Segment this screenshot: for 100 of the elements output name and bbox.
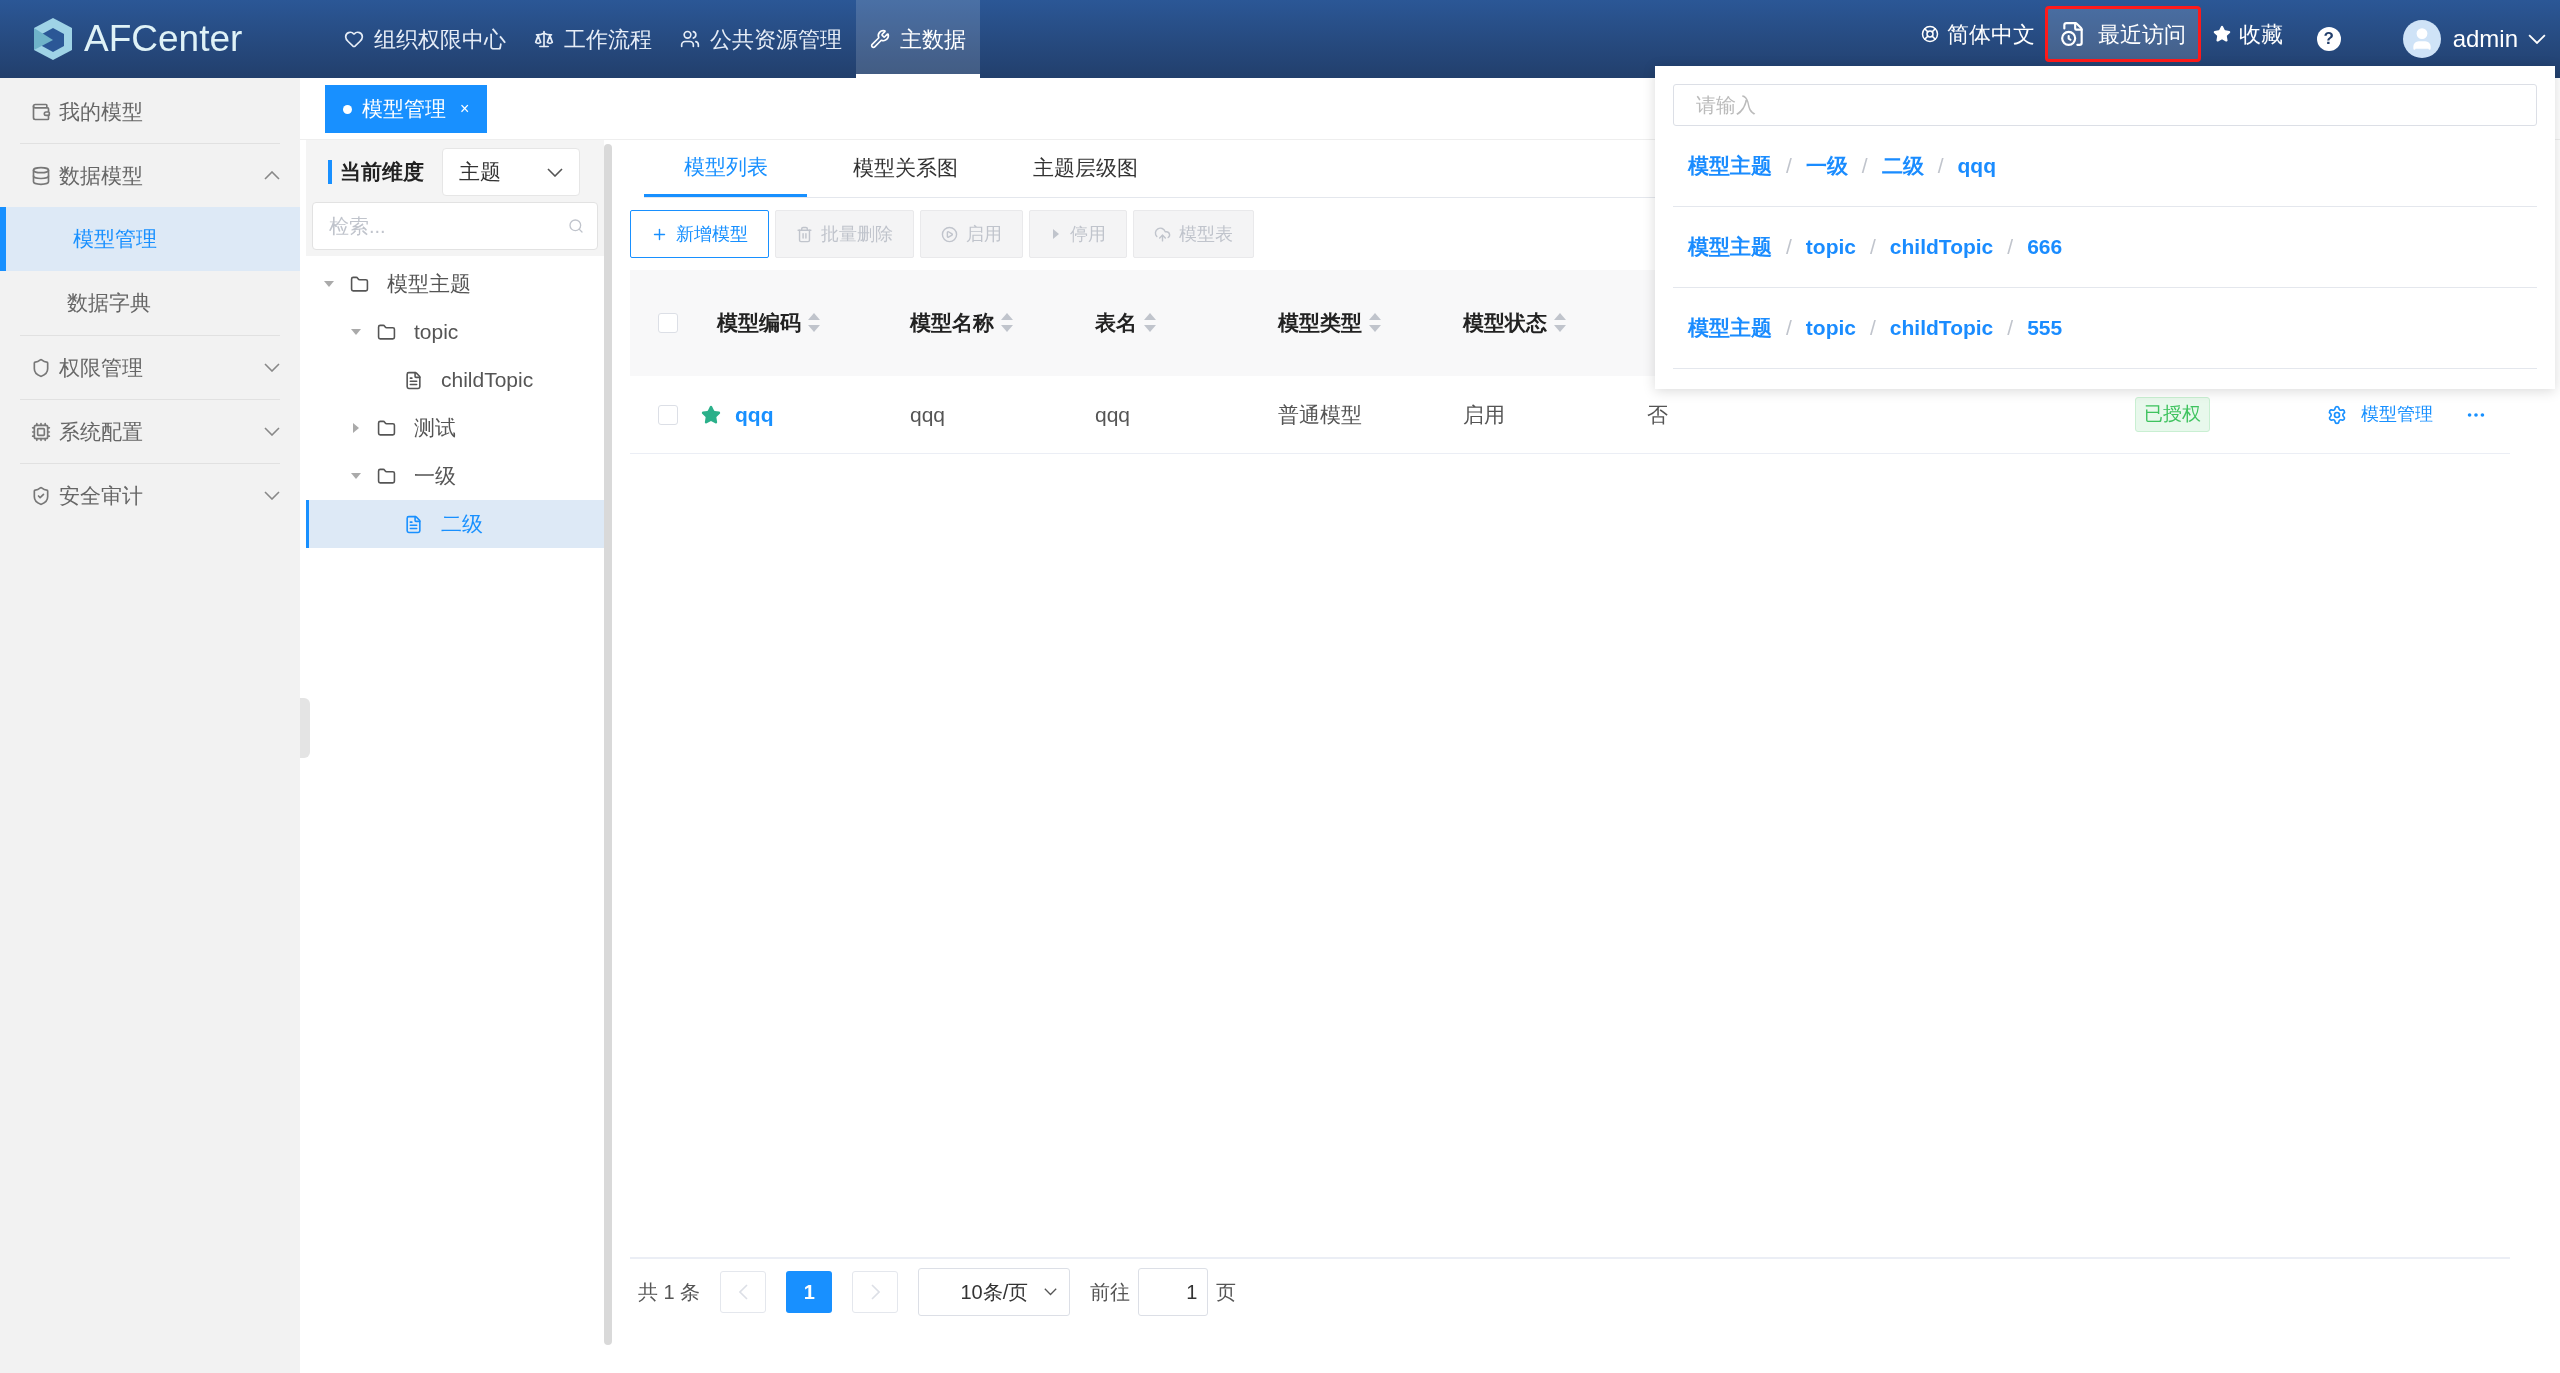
sidebar-item[interactable]: 我的模型 (0, 80, 300, 143)
sidebar-icon (31, 485, 51, 506)
nav-item[interactable]: 主数据 (856, 0, 980, 78)
sidebar-icon (31, 421, 51, 442)
cloud-icon (1154, 225, 1171, 243)
sidebar-item[interactable]: 权限管理 (0, 336, 300, 399)
breadcrumb-separator: / (1937, 153, 1944, 180)
breadcrumb-link[interactable]: 二级 (1881, 150, 1924, 182)
content-tab[interactable]: 模型列表 (644, 139, 807, 197)
folder-icon (349, 274, 369, 294)
sidebar-icon (31, 101, 51, 122)
breadcrumb-link[interactable]: 模型主题 (1688, 150, 1772, 182)
content-tab[interactable]: 模型关系图 (824, 139, 987, 197)
breadcrumb-link[interactable]: 模型主题 (1688, 312, 1772, 344)
breadcrumb-link[interactable]: childTopic (1889, 312, 1994, 344)
checkbox[interactable] (657, 313, 678, 333)
sidebar-item[interactable]: 安全审计 (0, 464, 300, 527)
total-count: 共 1 条 (638, 1280, 701, 1305)
favorites-button[interactable]: 收藏 (2200, 6, 2295, 62)
breadcrumb-separator: / (1786, 234, 1792, 261)
tree-node[interactable]: 一级 (306, 452, 604, 500)
logo-text: AFCenter (84, 17, 243, 62)
help-icon[interactable]: ? (2316, 27, 2341, 51)
recent-visits-button[interactable]: 最近访问 (2044, 6, 2201, 62)
breadcrumb-link[interactable]: qqq (1957, 150, 1996, 182)
breadcrumb-separator: / (2007, 315, 2014, 342)
status-tag: 已授权 (2135, 397, 2210, 432)
file-icon (403, 514, 423, 534)
user-menu[interactable]: admin (2452, 21, 2546, 57)
sidebar-item[interactable]: 系统配置 (0, 400, 300, 463)
sidebar-icon (31, 357, 51, 378)
sort-icon[interactable] (807, 312, 821, 334)
breadcrumb-separator: / (1861, 153, 1868, 180)
column-header: 模型名称 (910, 310, 994, 337)
chevron-down-icon (1044, 1288, 1058, 1296)
page-suffix: 页 (1216, 1280, 1237, 1305)
close-icon[interactable]: × (460, 97, 470, 121)
sort-icon[interactable] (1368, 312, 1382, 334)
tree-node[interactable]: topic (306, 308, 604, 356)
settings-icon (2327, 404, 2347, 425)
breadcrumb-link[interactable]: topic (1805, 231, 1856, 263)
content-tab[interactable]: 主题层级图 (1004, 139, 1167, 197)
tree-node[interactable]: childTopic (306, 356, 604, 404)
sort-icon[interactable] (1553, 312, 1567, 334)
chevron-down-icon (264, 491, 280, 500)
tree-node[interactable]: 二级 (306, 500, 604, 548)
sidebar-icon (31, 165, 51, 186)
chevron-down-icon (264, 427, 280, 436)
nav-icon (534, 29, 554, 49)
breadcrumb-link[interactable]: 666 (2027, 231, 2063, 263)
table-cell-text: 启用 (1463, 401, 1505, 428)
search-field[interactable]: 检索... (312, 202, 598, 250)
language-switch[interactable]: 简体中文 (1910, 6, 2045, 62)
trash-icon (796, 225, 813, 243)
model-manage-link[interactable]: 模型管理 (2305, 401, 2455, 428)
avatar-icon[interactable] (2402, 20, 2441, 58)
sort-icon[interactable] (1143, 312, 1157, 334)
chevron-down-icon (2528, 33, 2546, 45)
model-code-link[interactable]: qqq (735, 398, 774, 431)
goto-page-field[interactable]: 1 (1138, 1268, 1209, 1316)
tree-node[interactable]: 测试 (306, 404, 604, 452)
table-cell-text: qqq (1095, 401, 1131, 428)
breadcrumb-separator: / (1870, 315, 1876, 342)
page-size-select[interactable]: 10条/页 (918, 1268, 1071, 1316)
breadcrumb-link[interactable]: 一级 (1805, 150, 1848, 182)
column-header: 表名 (1095, 310, 1137, 337)
breadcrumb-separator: / (2007, 234, 2014, 261)
nav-item[interactable]: 工作流程 (520, 0, 666, 78)
folder-icon (376, 418, 396, 438)
tree-node[interactable]: 模型主题 (306, 260, 604, 308)
clipboard-clock-icon (2059, 21, 2086, 47)
sidebar-item[interactable]: 数据模型 (0, 144, 300, 207)
collapse-handle[interactable] (300, 698, 310, 758)
column-header: 模型状态 (1463, 310, 1547, 337)
file-icon (403, 370, 423, 390)
logo-icon (32, 16, 74, 62)
toolbar-button[interactable]: 新增模型 (630, 210, 769, 258)
star-icon[interactable] (701, 404, 721, 425)
sidebar-subitem[interactable]: 数据字典 (0, 271, 300, 335)
goto-label: 前往 (1090, 1280, 1131, 1305)
star-icon (2212, 25, 2231, 43)
dimension-label: 当前维度 (340, 159, 424, 186)
nav-icon (344, 29, 364, 49)
page-number[interactable]: 1 (786, 1271, 833, 1313)
checkbox[interactable] (657, 404, 678, 425)
breadcrumb-link[interactable]: topic (1805, 312, 1856, 344)
chevron-down-icon (547, 167, 563, 177)
breadcrumb-link[interactable]: 555 (2027, 312, 2063, 344)
nav-item[interactable]: 公共资源管理 (666, 0, 856, 78)
dimension-select[interactable]: 主题 (442, 148, 580, 196)
sort-icon[interactable] (1000, 312, 1014, 334)
nav-item[interactable]: 组织权限中心 (330, 0, 520, 78)
next-page-button[interactable] (852, 1271, 899, 1313)
search-field[interactable]: 请输入 (1673, 84, 2537, 126)
page-tab[interactable]: 模型管理 × (325, 85, 488, 133)
prev-page-button[interactable] (720, 1271, 767, 1313)
search-icon (568, 218, 584, 234)
breadcrumb-link[interactable]: 模型主题 (1688, 231, 1772, 263)
breadcrumb-link[interactable]: childTopic (1889, 231, 1994, 263)
sidebar-subitem[interactable]: 模型管理 (0, 207, 300, 271)
